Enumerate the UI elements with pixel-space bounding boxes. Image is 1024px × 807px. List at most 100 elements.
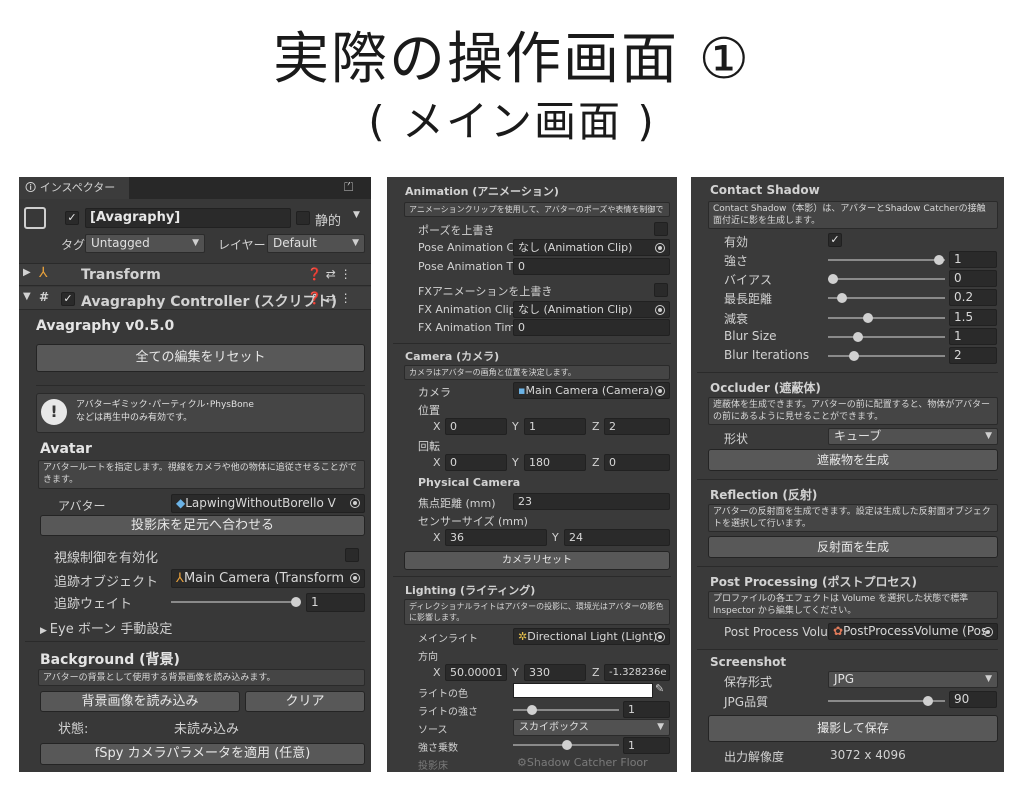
gear-icon: ⚙ <box>517 756 527 769</box>
sensor-x-input[interactable]: 36 <box>445 529 547 546</box>
help-icon[interactable]: ❓ ⇄ ⋮ <box>307 267 352 281</box>
fspy-button[interactable]: fSpy カメラパラメータを適用 (任意) <box>40 743 365 765</box>
eye-bone-foldout[interactable]: ▶ Eye ボーン 手動設定 <box>40 618 172 637</box>
object-picker-icon[interactable] <box>655 632 665 642</box>
strength-input[interactable]: 1 <box>949 251 997 268</box>
track-weight-input[interactable]: 1 <box>306 593 365 612</box>
bias-slider-track[interactable] <box>828 278 945 280</box>
background-desc: アバターの背景として使用する背景画像を読み込みます。 <box>38 669 365 686</box>
enabled-checkbox[interactable]: ✓ <box>828 233 842 247</box>
strength-slider-track[interactable] <box>828 259 945 261</box>
decay-slider-knob[interactable] <box>863 313 873 323</box>
floor-label: 投影床 <box>418 761 448 772</box>
load-background-button[interactable]: 背景画像を読み込み <box>40 691 240 712</box>
foldout-open-icon[interactable]: ▼ <box>23 291 31 302</box>
decay-slider-track[interactable] <box>828 317 945 319</box>
intensity-slider-knob[interactable] <box>527 705 537 715</box>
create-reflection-button[interactable]: 反射面を生成 <box>708 536 998 558</box>
camera-field[interactable]: ▪Main Camera (Camera) <box>513 382 670 399</box>
blur-size-slider-track[interactable] <box>828 336 945 338</box>
pose-clip-field[interactable]: なし (Animation Clip) <box>513 239 670 256</box>
static-checkbox[interactable] <box>296 211 310 225</box>
decay-input[interactable]: 1.5 <box>949 309 997 326</box>
direction-y-input[interactable]: 330 <box>524 664 586 681</box>
direction-x-input[interactable]: 50.00001 <box>445 664 507 681</box>
object-picker-icon[interactable] <box>655 305 665 315</box>
light-color-swatch[interactable] <box>513 683 653 698</box>
blur-size-input[interactable]: 1 <box>949 328 997 345</box>
active-checkbox[interactable]: ✓ <box>65 211 79 225</box>
focal-length-input[interactable]: 23 <box>513 493 670 510</box>
track-object-label: 追跡オブジェクト <box>54 575 159 590</box>
floor-align-button[interactable]: 投影床を足元へ合わせる <box>40 515 365 536</box>
capture-save-button[interactable]: 撮影して保存 <box>708 715 998 742</box>
multiplier-slider-knob[interactable] <box>562 740 572 750</box>
create-occluder-button[interactable]: 遮蔽物を生成 <box>708 449 998 471</box>
rotation-z-input[interactable]: 0 <box>604 454 670 471</box>
fx-clip-field[interactable]: なし (Animation Clip) <box>513 301 670 318</box>
help-icon[interactable]: ❓ ⇄ ⋮ <box>307 291 352 305</box>
foldout-icon[interactable]: ▶ <box>23 267 31 278</box>
fx-time-input[interactable]: 0 <box>513 319 670 336</box>
sensor-size-label: センサーサイズ (mm) <box>418 515 528 528</box>
camera-reset-button[interactable]: カメラリセット <box>404 551 670 570</box>
fx-override-checkbox[interactable] <box>654 283 668 297</box>
quality-input[interactable]: 90 <box>949 691 997 708</box>
pp-volume-label: Post Process Volu <box>724 625 828 639</box>
object-picker-icon[interactable] <box>350 573 360 583</box>
divider <box>697 649 998 650</box>
track-object-field[interactable]: ⅄Main Camera (Transform <box>171 569 365 588</box>
position-z-input[interactable]: 2 <box>604 418 670 435</box>
object-name-input[interactable]: [Avagraphy] <box>85 208 291 228</box>
intensity-input[interactable]: 1 <box>623 701 670 718</box>
direction-z-input[interactable]: -1.328236e <box>604 664 670 681</box>
position-x-input[interactable]: 0 <box>445 418 507 435</box>
rotation-y-input[interactable]: 180 <box>524 454 586 471</box>
bias-input[interactable]: 0 <box>949 270 997 287</box>
controller-title: Avagraphy Controller (スクリプト) <box>81 294 338 310</box>
format-label: 保存形式 <box>724 675 773 689</box>
gaze-checkbox[interactable] <box>345 548 359 562</box>
blur-iterations-slider-track[interactable] <box>828 355 945 357</box>
quality-slider-knob[interactable] <box>923 696 933 706</box>
clear-background-button[interactable]: クリア <box>245 691 365 712</box>
tag-dropdown[interactable]: Untagged ▼ <box>85 234 205 253</box>
format-dropdown[interactable]: JPG ▼ <box>828 671 998 688</box>
pp-volume-field[interactable]: ✿PostProcessVolume (Pos <box>828 623 998 640</box>
sensor-y-input[interactable]: 24 <box>564 529 670 546</box>
pose-override-checkbox[interactable] <box>654 222 668 236</box>
reset-all-button[interactable]: 全ての編集をリセット <box>36 344 365 372</box>
blur-size-slider-knob[interactable] <box>853 332 863 342</box>
chevron-down-icon: ▼ <box>985 431 992 441</box>
position-label: 位置 <box>418 404 440 417</box>
main-light-field[interactable]: ✲Directional Light (Light) <box>513 628 670 645</box>
layer-dropdown[interactable]: Default ▼ <box>267 234 365 253</box>
shape-dropdown[interactable]: キューブ ▼ <box>828 428 998 445</box>
strength-slider-knob[interactable] <box>934 255 944 265</box>
controller-enabled-checkbox[interactable]: ✓ <box>61 292 75 306</box>
track-weight-slider-track[interactable] <box>171 601 297 603</box>
static-dropdown-icon[interactable]: ▼ <box>353 210 360 220</box>
eyedropper-icon[interactable]: ✎ <box>655 682 664 695</box>
object-picker-icon[interactable] <box>655 243 665 253</box>
blur-iterations-slider-knob[interactable] <box>849 351 859 361</box>
reflection-desc: アバターの反射面を生成できます。設定は生成した反射面オブジェクトを選択して行いま… <box>708 504 998 532</box>
object-picker-icon[interactable] <box>983 627 993 637</box>
bias-slider-knob[interactable] <box>828 274 838 284</box>
tab-inspector[interactable]: 🛈 インスペクター <box>19 177 129 199</box>
rotation-x-input[interactable]: 0 <box>445 454 507 471</box>
source-dropdown[interactable]: スカイボックス ▼ <box>513 719 670 736</box>
blur-iterations-input[interactable]: 2 <box>949 347 997 364</box>
foldout-icon: ▶ <box>40 626 50 636</box>
object-picker-icon[interactable] <box>350 498 360 508</box>
position-y-input[interactable]: 1 <box>524 418 586 435</box>
object-picker-icon[interactable] <box>655 386 665 396</box>
avatar-field[interactable]: ◆LapwingWithoutBorello V <box>171 494 365 513</box>
pose-time-input[interactable]: 0 <box>513 258 670 275</box>
max-distance-input[interactable]: 0.2 <box>949 289 997 306</box>
multiplier-input[interactable]: 1 <box>623 737 670 754</box>
track-weight-slider-knob[interactable] <box>291 597 301 607</box>
transform-icon: ⅄ <box>176 571 184 586</box>
max-distance-slider-knob[interactable] <box>837 293 847 303</box>
lock-icon[interactable]: ⏍ <box>344 180 353 195</box>
